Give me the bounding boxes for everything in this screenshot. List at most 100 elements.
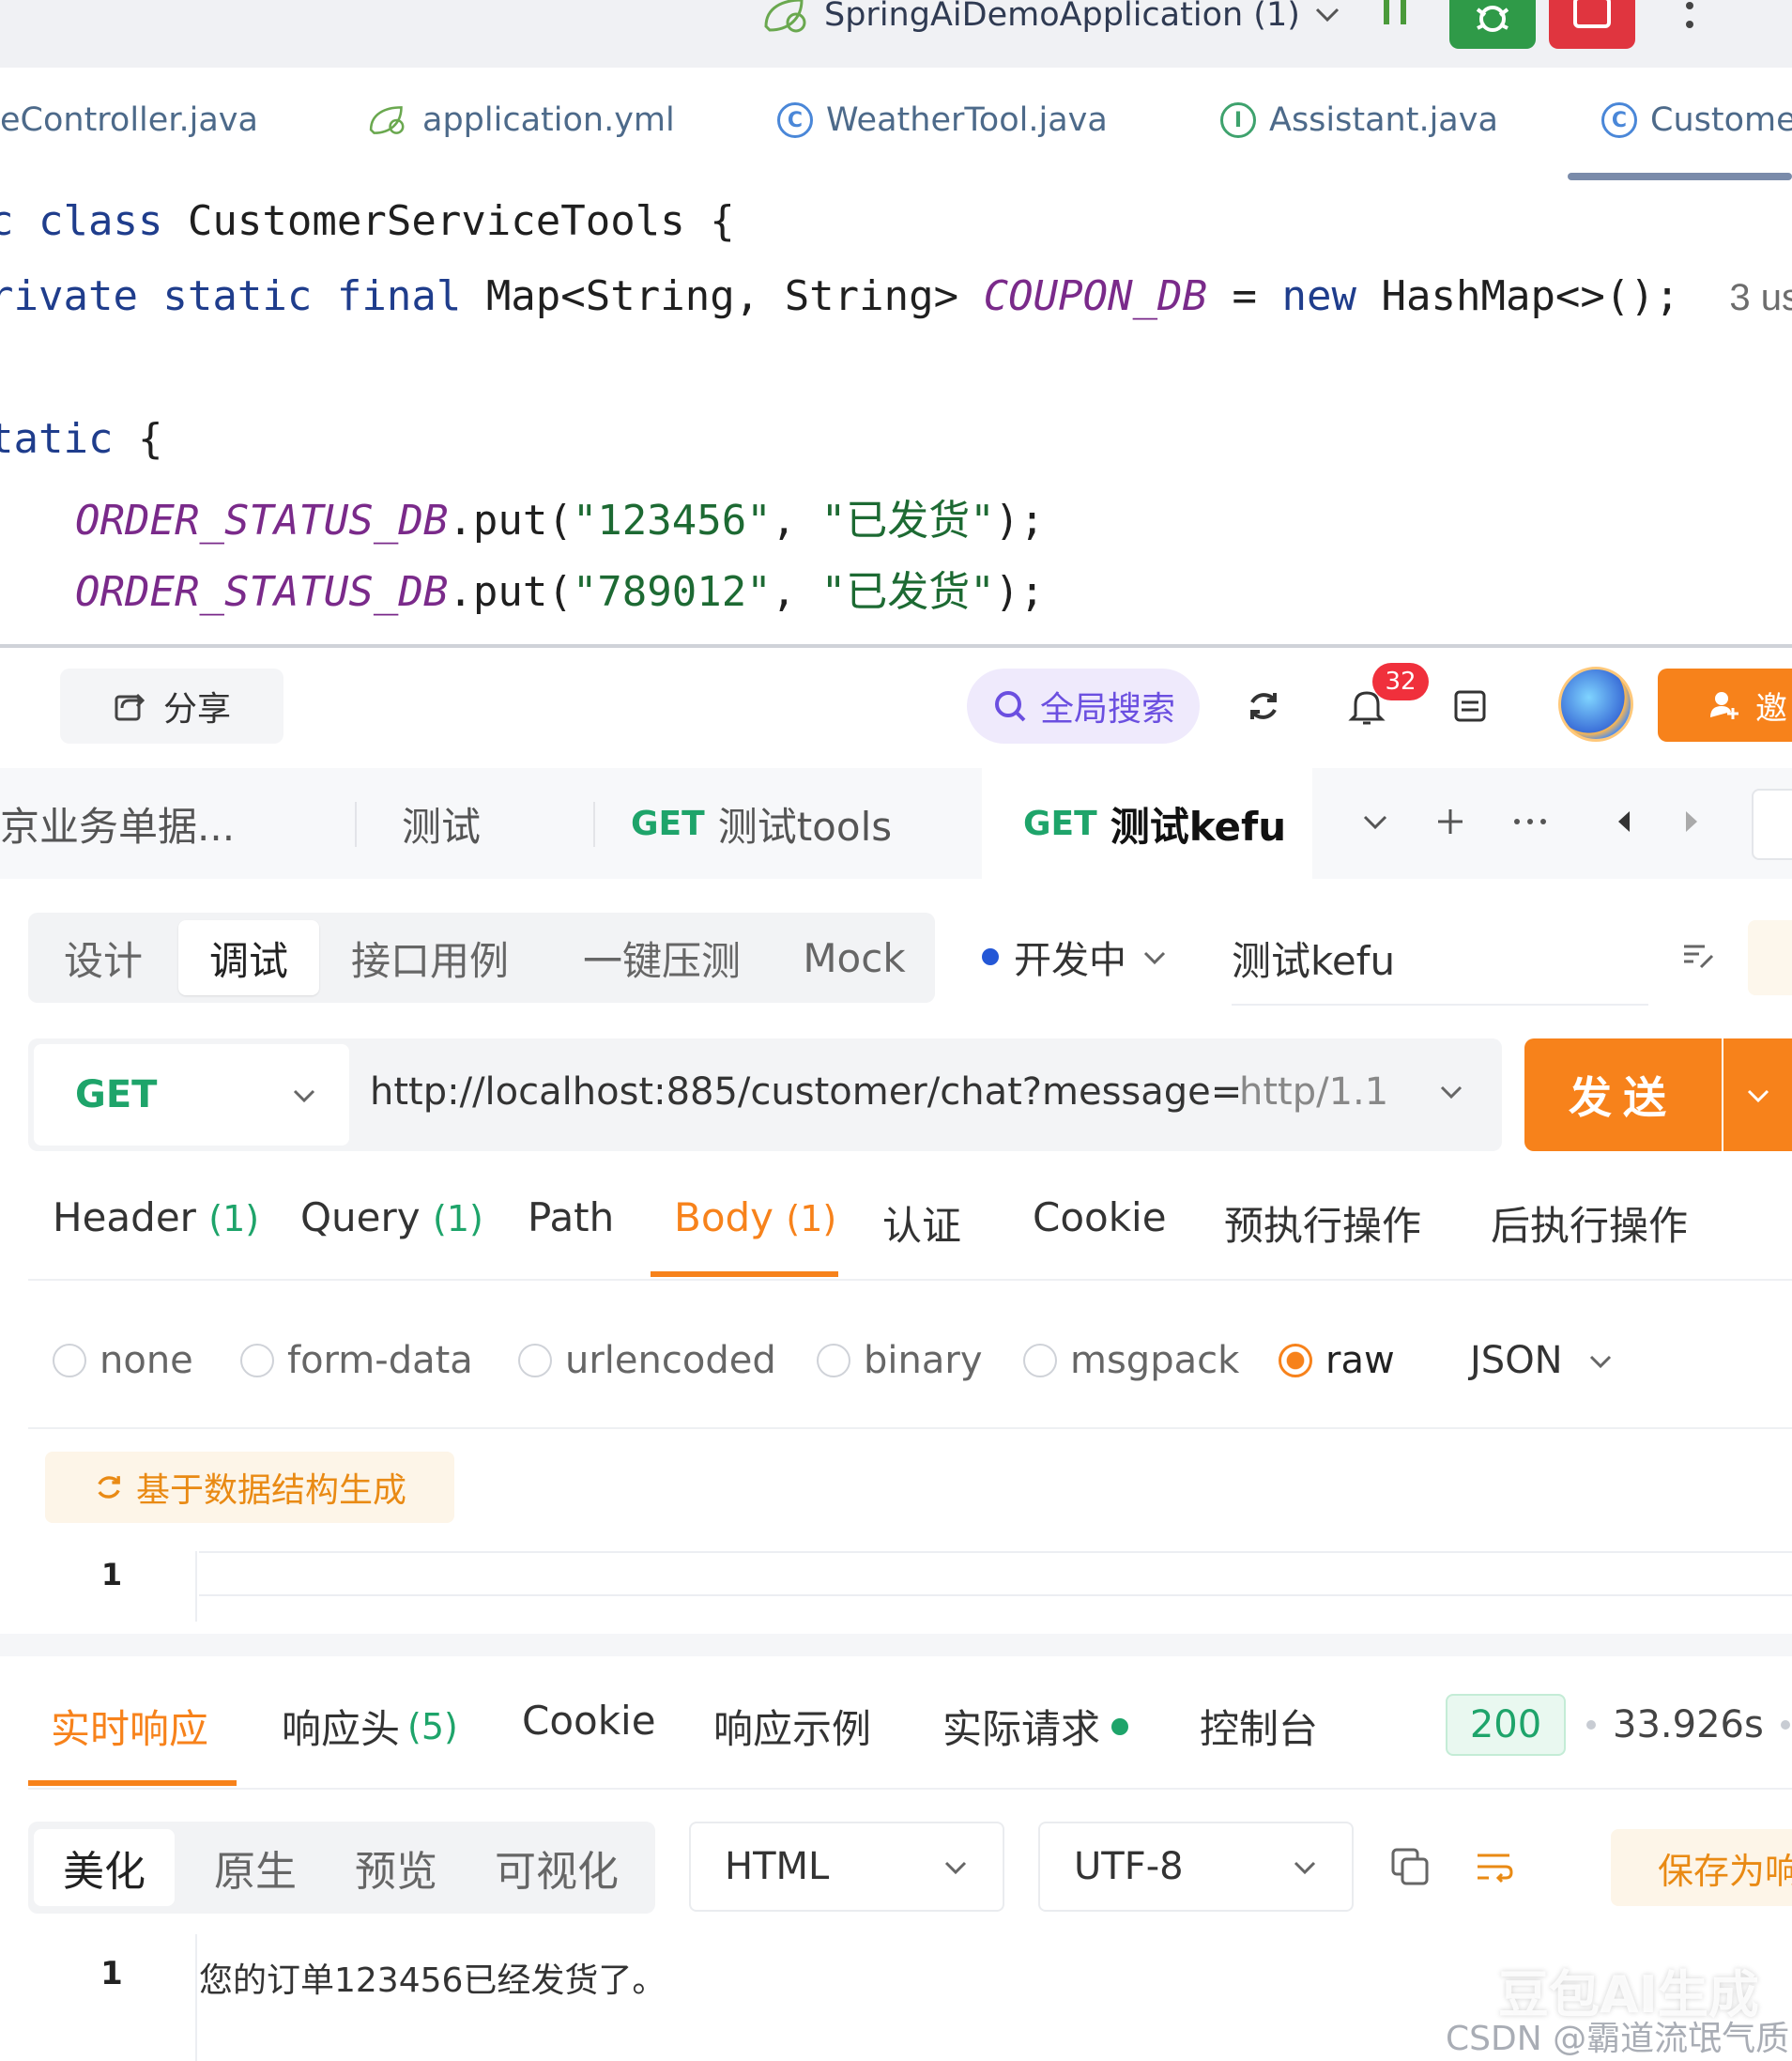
code-line: c class CustomerServiceTools { [0,197,735,245]
editor-tabs: eController.java application.yml C Weath… [0,68,1792,184]
tab-customerservicetools-java[interactable]: C Custome [1601,101,1792,139]
copy-icon[interactable] [1389,1846,1431,1887]
code-editor[interactable]: c class CustomerServiceTools { rivate st… [0,182,1792,644]
mode-load-test[interactable]: 一键压测 [573,920,751,995]
body-format-select[interactable]: JSON [1470,1339,1614,1382]
view-preview[interactable]: 预览 [330,1829,462,1906]
invite-button[interactable]: 邀 [1658,669,1792,742]
chevron-down-icon [1747,1089,1769,1103]
body-type-form-data[interactable]: form-data [240,1339,473,1382]
apifox-header: 分享 全局搜索 32 邀 [0,648,1792,768]
radio-dot [240,1344,274,1377]
api-name-input[interactable]: 测试kefu [1232,930,1648,1006]
body-type-binary[interactable]: binary [817,1339,982,1382]
tab-live-response[interactable]: 实时响应 [51,1698,208,1755]
debug-button[interactable] [1449,0,1536,49]
encoding-select[interactable]: UTF-8 [1038,1822,1354,1912]
tab-controller-java[interactable]: eController.java [0,101,258,139]
body-type-raw[interactable]: raw [1279,1339,1395,1382]
chevron-down-icon [1440,1085,1462,1100]
editor-line[interactable] [199,1551,1792,1596]
ide-toolbar: SpringAiDemoApplication (1) [0,0,1792,69]
tab-body[interactable]: Body (1) [674,1194,836,1240]
global-search-label: 全局搜索 [1039,690,1175,729]
more-horizontal-icon[interactable] [1511,806,1549,838]
send-button[interactable]: 发送 [1524,1038,1722,1151]
radio-dot [1023,1344,1057,1377]
edit-description-icon[interactable] [1680,937,1718,975]
global-search-button[interactable]: 全局搜索 [967,669,1200,744]
usage-hint[interactable]: 3 usage [1729,277,1792,318]
share-label: 分享 [162,690,231,729]
body-type-msgpack[interactable]: msgpack [1023,1339,1239,1382]
mode-switcher: 设计 调试 接口用例 一键压测 Mock [28,913,935,1003]
share-button[interactable]: 分享 [60,669,283,744]
wrap-lines-icon[interactable] [1474,1846,1515,1887]
tab-query[interactable]: Query (1) [300,1194,483,1240]
debug-bars-icon[interactable] [1378,0,1416,28]
chevron-down-icon[interactable] [1359,806,1391,838]
stop-button[interactable] [1549,0,1635,49]
more-vertical-icon[interactable] [1680,0,1699,34]
request-tab[interactable]: 京业务单据... [0,768,355,879]
status-dot [982,948,999,965]
request-tab[interactable]: 测试 [402,768,590,879]
tab-application-yml[interactable]: application.yml [366,101,675,139]
mode-design[interactable]: 设计 [47,920,160,995]
tab-response-examples[interactable]: 响应示例 [713,1698,871,1755]
response-format-select[interactable]: HTML [689,1822,1004,1912]
body-type-urlencoded[interactable]: urlencoded [518,1339,776,1382]
avatar[interactable] [1558,667,1633,742]
request-tab-active[interactable]: GET 测试kefu [982,768,1312,879]
body-editor[interactable]: 基于数据结构生成 1 [28,1427,1792,1622]
active-tab-indicator [651,1271,838,1277]
chevron-down-icon [1315,8,1339,23]
refresh-icon [98,1476,120,1499]
mode-debug[interactable]: 调试 [178,920,319,995]
url-input[interactable]: http://localhost:885/customer/chat?messa… [370,1070,1242,1114]
tab-response-cookie[interactable]: Cookie [522,1698,656,1744]
generate-from-schema-button[interactable]: 基于数据结构生成 [45,1452,454,1523]
status-selector[interactable]: 开发中 [982,930,1168,984]
tab-header[interactable]: Header (1) [53,1194,259,1240]
method-badge: GET [631,804,705,843]
request-tab[interactable]: GET 测试tools [631,768,969,879]
tab-label: Custome [1650,101,1792,139]
tab-console[interactable]: 控制台 [1200,1698,1318,1755]
tab-auth[interactable]: 认证 [882,1194,961,1252]
mode-test-cases[interactable]: 接口用例 [345,920,514,995]
code-line: ORDER_STATUS_DB.put("123456", "已发货"); [75,497,1045,545]
plus-icon[interactable] [1434,806,1466,838]
code-line: ORDER_STATUS_DB.put("789012", "已发货"); [75,568,1045,616]
send-options-button[interactable] [1723,1038,1792,1151]
tab-divider [593,802,595,847]
view-pretty[interactable]: 美化 [34,1829,175,1906]
tab-pre-processors[interactable]: 预执行操作 [1224,1194,1421,1252]
sync-button[interactable] [1233,676,1294,736]
search-icon [994,691,1026,722]
tab-assistant-java[interactable]: I Assistant.java [1220,101,1498,139]
mode-mock[interactable]: Mock [798,920,911,995]
tab-cookie[interactable]: Cookie [1033,1194,1167,1240]
tab-response-headers[interactable]: 响应头 (5) [282,1698,458,1755]
tab-path[interactable]: Path [528,1194,614,1240]
method-select[interactable]: GET [34,1044,349,1146]
view-visualize[interactable]: 可视化 [477,1829,636,1906]
view-raw[interactable]: 原生 [190,1829,321,1906]
active-tab-indicator [1568,173,1792,180]
run-configuration-selector[interactable]: SpringAiDemoApplication (1) [760,0,1341,43]
save-as-example-button[interactable]: 保存为响 [1611,1829,1792,1906]
response-time: 33.926s [1586,1703,1790,1746]
notes-button[interactable] [1440,676,1500,736]
code-line: tatic { [0,415,163,463]
tab-post-processors[interactable]: 后执行操作 [1491,1194,1688,1252]
radio-dot [817,1344,850,1377]
caret-right-icon[interactable] [1680,807,1703,836]
tab-actual-request[interactable]: 实际请求 [942,1698,1129,1755]
environment-button[interactable] [1752,789,1792,860]
side-action-button[interactable] [1748,920,1792,995]
body-type-none[interactable]: none [53,1339,193,1382]
tab-weathertool-java[interactable]: C WeatherTool.java [777,101,1108,139]
protocol-select[interactable]: http/1.1 [1239,1070,1464,1114]
caret-left-icon[interactable] [1613,807,1635,836]
